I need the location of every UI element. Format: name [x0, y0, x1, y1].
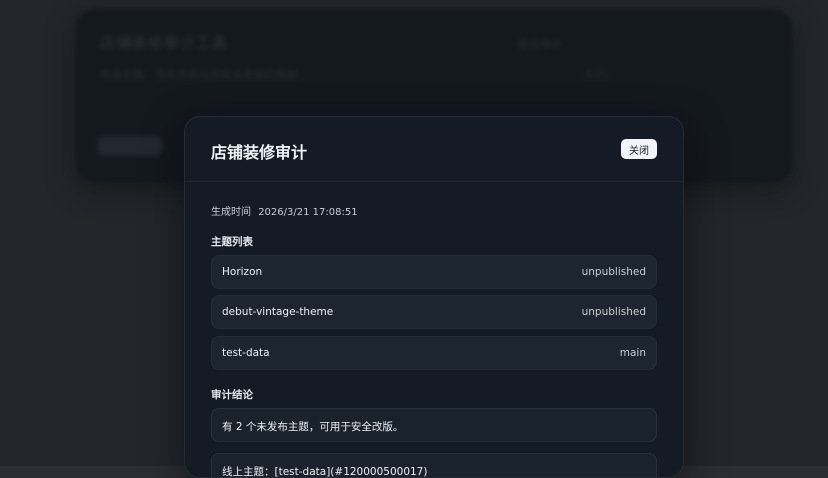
generated-value: 2026/3/21 17:08:51 [258, 207, 358, 218]
theme-name: Horizon [222, 266, 263, 278]
theme-name: test-data [222, 347, 270, 359]
audit-modal: 店铺装修审计 关闭 生成时间 2026/3/21 17:08:51 主题列表 H… [184, 116, 684, 478]
conclusion-item: 有 2 个未发布主题，可用于安全改版。 [211, 408, 657, 442]
conclusion-text: 线上主题：[test-data](#120000500017) [222, 466, 428, 478]
close-button[interactable]: 关闭 [621, 139, 657, 159]
themes-heading: 主题列表 [211, 236, 253, 248]
conclusion-text: 有 2 个未发布主题，可用于安全改版。 [222, 421, 404, 433]
modal-title: 店铺装修审计 [211, 143, 308, 162]
theme-status: unpublished [581, 306, 646, 318]
conclusion-heading: 审计结论 [211, 389, 253, 401]
theme-row[interactable]: test-data main [211, 336, 657, 370]
theme-row[interactable]: debut-vintage-theme unpublished [211, 295, 657, 329]
generated-time: 生成时间 2026/3/21 17:08:51 [211, 203, 358, 218]
modal-header: 店铺装修审计 关闭 [185, 117, 683, 182]
theme-row[interactable]: Horizon unpublished [211, 255, 657, 289]
theme-name: debut-vintage-theme [222, 306, 334, 318]
generated-label: 生成时间 [211, 207, 251, 218]
theme-status: main [619, 347, 646, 359]
theme-status: unpublished [581, 266, 646, 278]
